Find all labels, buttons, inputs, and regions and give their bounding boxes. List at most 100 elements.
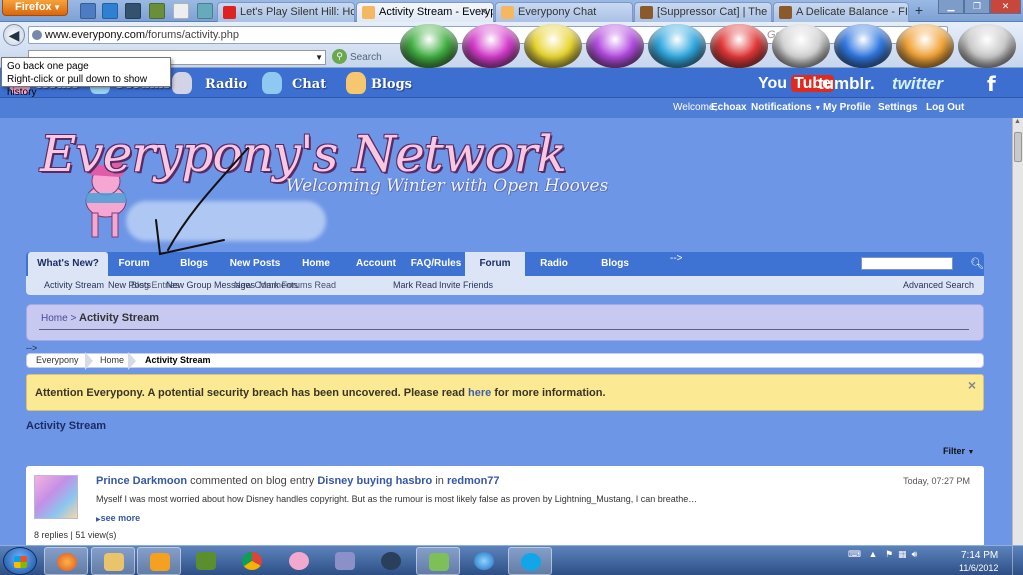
subnav-activity-stream[interactable]: Activity Stream <box>44 280 104 290</box>
subnav-mark-forums-read[interactable]: Mark Forums Read <box>259 280 336 290</box>
scroll-thumb[interactable] <box>1014 132 1022 162</box>
tab-letsplay[interactable]: Let's Play Silent Hill: Homec… <box>217 2 355 22</box>
network-icon[interactable]: ▦ <box>898 549 907 559</box>
taskbar-minecraft[interactable] <box>184 547 228 575</box>
close-icon[interactable]: × <box>968 377 976 393</box>
start-button[interactable] <box>3 547 37 575</box>
breadcrumb-home[interactable]: Home <box>100 355 124 365</box>
see-more-link[interactable]: ▶see more <box>96 513 140 523</box>
tab-blogs[interactable]: Blogs <box>172 252 216 276</box>
close-tab-icon[interactable]: ✕ <box>480 3 488 22</box>
divider <box>39 329 969 330</box>
tumblr-logo[interactable]: tumblr. <box>818 74 875 94</box>
bookmark-orb-icon[interactable] <box>958 24 1016 68</box>
clock-date[interactable]: 11/6/2012 <box>959 563 998 573</box>
minimize-button[interactable]: ▁ <box>938 0 964 14</box>
tab-radio[interactable]: Radio <box>531 252 577 276</box>
stray-arrow-text: --> <box>670 253 683 264</box>
username-link[interactable]: Echoax <box>711 102 747 113</box>
logout-link[interactable]: Log Out <box>926 102 964 113</box>
nav-blogs-link[interactable]: Blogs <box>371 77 412 92</box>
app-tab-icon[interactable] <box>149 3 165 19</box>
nav-radio-link[interactable]: Radio <box>205 77 247 92</box>
tab-suppressor-cat[interactable]: [Suppressor Cat] | The Sc… <box>634 2 772 22</box>
tab-blogs-2[interactable]: Blogs <box>592 252 638 276</box>
taskbar-media[interactable] <box>137 547 181 575</box>
tab-faq-rules[interactable]: FAQ/Rules <box>408 252 464 276</box>
taskbar-skype[interactable] <box>508 547 552 575</box>
windows-logo-icon <box>14 556 27 568</box>
blog-entry-link[interactable]: Disney buying hasbro <box>317 475 432 487</box>
bookmark-orb-icon[interactable] <box>524 24 582 68</box>
dropbox-icon[interactable] <box>102 3 118 19</box>
bookmark-orb-icon[interactable] <box>648 24 706 68</box>
breadcrumb-everypony[interactable]: Everypony <box>36 355 79 365</box>
tab-activity-stream[interactable]: Activity Stream - Everyp… ✕ <box>356 2 494 22</box>
clock-time[interactable]: 7:14 PM <box>961 550 998 561</box>
tumblr-icon[interactable] <box>125 3 141 19</box>
volume-icon[interactable]: 🔊︎ <box>912 549 918 559</box>
subnav-mark-read[interactable]: Mark Read <box>393 280 437 290</box>
nav-chat-link[interactable]: Chat <box>292 77 326 92</box>
tab-delicate-balance[interactable]: A Delicate Balance - FIM… <box>773 2 909 22</box>
taskbar-pony-app[interactable] <box>277 547 321 575</box>
settings-link[interactable]: Settings <box>878 102 917 113</box>
avatar[interactable] <box>34 475 78 519</box>
bookmark-orb-icon[interactable] <box>896 24 954 68</box>
bookmark-orb-icon[interactable] <box>710 24 768 68</box>
tab-home[interactable]: Home <box>296 252 336 276</box>
notice-here-link[interactable]: here <box>468 387 491 399</box>
toolbar-search-button[interactable]: ⚲ Search <box>332 49 382 65</box>
keyboard-icon[interactable]: ⌨ <box>848 549 861 559</box>
bookmark-orb-icon[interactable] <box>400 24 458 68</box>
site-logo-banner[interactable]: Everypony's Network Welcoming Winter wit… <box>36 113 636 253</box>
tab-account[interactable]: Account <box>351 252 401 276</box>
tab-whats-new[interactable]: What's New? <box>28 252 108 276</box>
search-icon[interactable]: 🔍︎ <box>970 257 984 270</box>
taskbar-steam[interactable] <box>369 547 413 575</box>
firefox-menu-button[interactable]: Firefox ▼ <box>2 0 68 16</box>
show-desktop-button[interactable] <box>1012 546 1023 575</box>
taskbar-firefox[interactable] <box>44 547 88 575</box>
entry-headline: Prince Darkmoon commented on blog entry … <box>96 475 500 487</box>
taskbar-explorer[interactable] <box>91 547 135 575</box>
tab-new-posts[interactable]: New Posts <box>226 252 284 276</box>
blog-owner-link[interactable]: redmon77 <box>447 475 500 487</box>
tray-expand-icon[interactable]: ▲ <box>869 549 878 559</box>
my-profile-link[interactable]: My Profile <box>823 102 871 113</box>
flag-icon[interactable]: ⚑ <box>885 549 893 559</box>
bookmark-orb-icon[interactable] <box>462 24 520 68</box>
back-button[interactable]: ◀ <box>3 24 25 46</box>
browser-tab-bar: Firefox▼ Let's Play Silent Hill: Homec… … <box>0 0 1023 22</box>
taskbar-gamepad[interactable] <box>323 547 367 575</box>
taskbar-chrome[interactable] <box>230 547 274 575</box>
advanced-search-link[interactable]: Advanced Search <box>903 280 974 290</box>
tab-label: [Suppressor Cat] | The Sc… <box>657 6 771 18</box>
taskbar-itunes[interactable] <box>462 547 506 575</box>
filter-dropdown[interactable]: Filter ▼ <box>943 446 974 456</box>
vertical-scrollbar[interactable]: ▲ <box>1012 118 1023 545</box>
tab-forum[interactable]: Forum <box>110 252 158 276</box>
music-icon[interactable] <box>197 3 213 19</box>
taskbar-paint[interactable] <box>416 547 460 575</box>
tab-everypony-chat[interactable]: Everypony Chat <box>495 2 633 22</box>
notifications-link[interactable]: Notifications ▼ <box>751 102 821 113</box>
app-tab-icon[interactable] <box>173 3 189 19</box>
bookmark-orb-icon[interactable] <box>772 24 830 68</box>
bookmark-orb-icon[interactable] <box>586 24 644 68</box>
tab-forum-selected[interactable]: Forum <box>465 252 525 276</box>
youtube-you: You <box>758 75 788 92</box>
bookmark-orb-icon[interactable] <box>834 24 892 68</box>
new-tab-plus-icon[interactable]: + <box>911 3 927 19</box>
twitter-logo[interactable]: twitter <box>892 74 943 94</box>
restore-button[interactable]: ❐ <box>964 0 990 14</box>
nav-search-input[interactable] <box>861 257 953 270</box>
system-tray[interactable]: ⌨ ▲ ⚑ ▦ 🔊︎ <box>848 549 917 560</box>
close-window-button[interactable]: ✕ <box>990 0 1021 14</box>
facebook-icon[interactable]: f <box>987 72 999 96</box>
breadcrumb-home-link[interactable]: Home > <box>41 313 76 324</box>
author-link[interactable]: Prince Darkmoon <box>96 475 187 487</box>
app-tab-icon[interactable] <box>80 3 96 19</box>
subnav-invite-friends[interactable]: Invite Friends <box>439 280 493 290</box>
scroll-up-icon[interactable]: ▲ <box>1014 118 1021 125</box>
